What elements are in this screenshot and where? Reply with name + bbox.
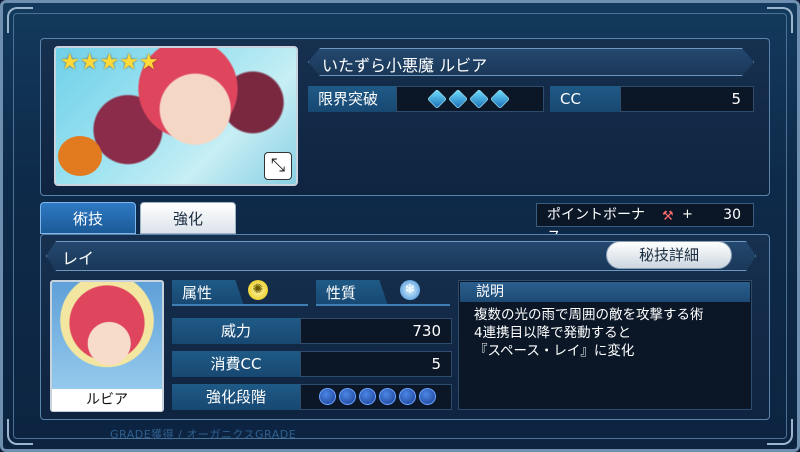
cc-cost-label: 消費CC [172, 351, 300, 377]
gem-icon [448, 89, 468, 109]
tab-enhance[interactable]: 強化 [140, 202, 236, 234]
enhance-level-value [300, 384, 452, 410]
enhance-level-label: 強化段階 [172, 384, 300, 410]
gem-icon [469, 89, 489, 109]
power-value: 730 [300, 318, 452, 344]
corner-ornament [7, 7, 33, 33]
footer-text: GRADE獲得 / オーガニクスGRADE [110, 428, 297, 441]
enhance-pips [319, 388, 436, 405]
attribute-label: 属性 [172, 280, 244, 306]
attribute-underline [172, 304, 308, 306]
hammer-icon: ⚒ [662, 209, 674, 224]
mystic-arte-details-button[interactable]: 秘技詳細 [606, 241, 732, 269]
corner-ornament [767, 419, 793, 445]
nature-label: 性質 [316, 280, 388, 306]
character-name: ルビア [52, 389, 162, 411]
description-line: 『スペース・レイ』に変化 [474, 343, 635, 359]
corner-ornament [767, 7, 793, 33]
nature-underline [316, 304, 450, 306]
enhance-pip-icon [419, 388, 436, 405]
enhance-pip-icon [379, 388, 396, 405]
light-icon: ✺ [248, 280, 268, 300]
enhance-pip-icon [359, 388, 376, 405]
cc-value: 5 [620, 86, 754, 112]
power-label: 威力 [172, 318, 300, 344]
bonus-plus: + [682, 207, 693, 222]
card-artwork[interactable]: ★★★★★ ⤡ [54, 46, 298, 186]
description-line: 4連携目以降で発動すると [474, 325, 632, 341]
limit-break-label: 限界突破 [308, 86, 396, 112]
enhance-pip-icon [339, 388, 356, 405]
pumpkin-decoration [58, 136, 102, 176]
star-icon: ★★★★★ [60, 50, 159, 75]
limit-break-gems [427, 89, 510, 109]
gem-icon [427, 89, 447, 109]
gem-icon [490, 89, 510, 109]
enhance-pip-icon [399, 388, 416, 405]
description-text: 複数の光の雨で周囲の敵を攻撃する術 4連携目以降で発動すると 『スペース・レイ』… [474, 306, 748, 360]
point-bonus-value: ⚒ + 30 [656, 203, 754, 227]
card-name: いたずら小悪魔 ルビア [322, 56, 488, 75]
description-line: 複数の光の雨で周囲の敵を攻撃する術 [474, 307, 704, 323]
corner-ornament [7, 419, 33, 445]
skill-name: レイ [62, 249, 95, 268]
description-title: 説明 [460, 282, 750, 302]
ice-crystal-icon: ❄ [400, 280, 420, 300]
rarity-stars: ★★★★★ [60, 52, 159, 74]
expand-arrows-icon[interactable]: ⤡ [264, 152, 292, 180]
enhance-pip-icon [319, 388, 336, 405]
cc-label: CC [550, 86, 620, 112]
point-bonus-label: ポイントボーナス [536, 203, 656, 245]
cc-cost-value: 5 [300, 351, 452, 377]
tab-skill[interactable]: 術技 [40, 202, 136, 234]
bonus-number: 30 [723, 207, 741, 223]
